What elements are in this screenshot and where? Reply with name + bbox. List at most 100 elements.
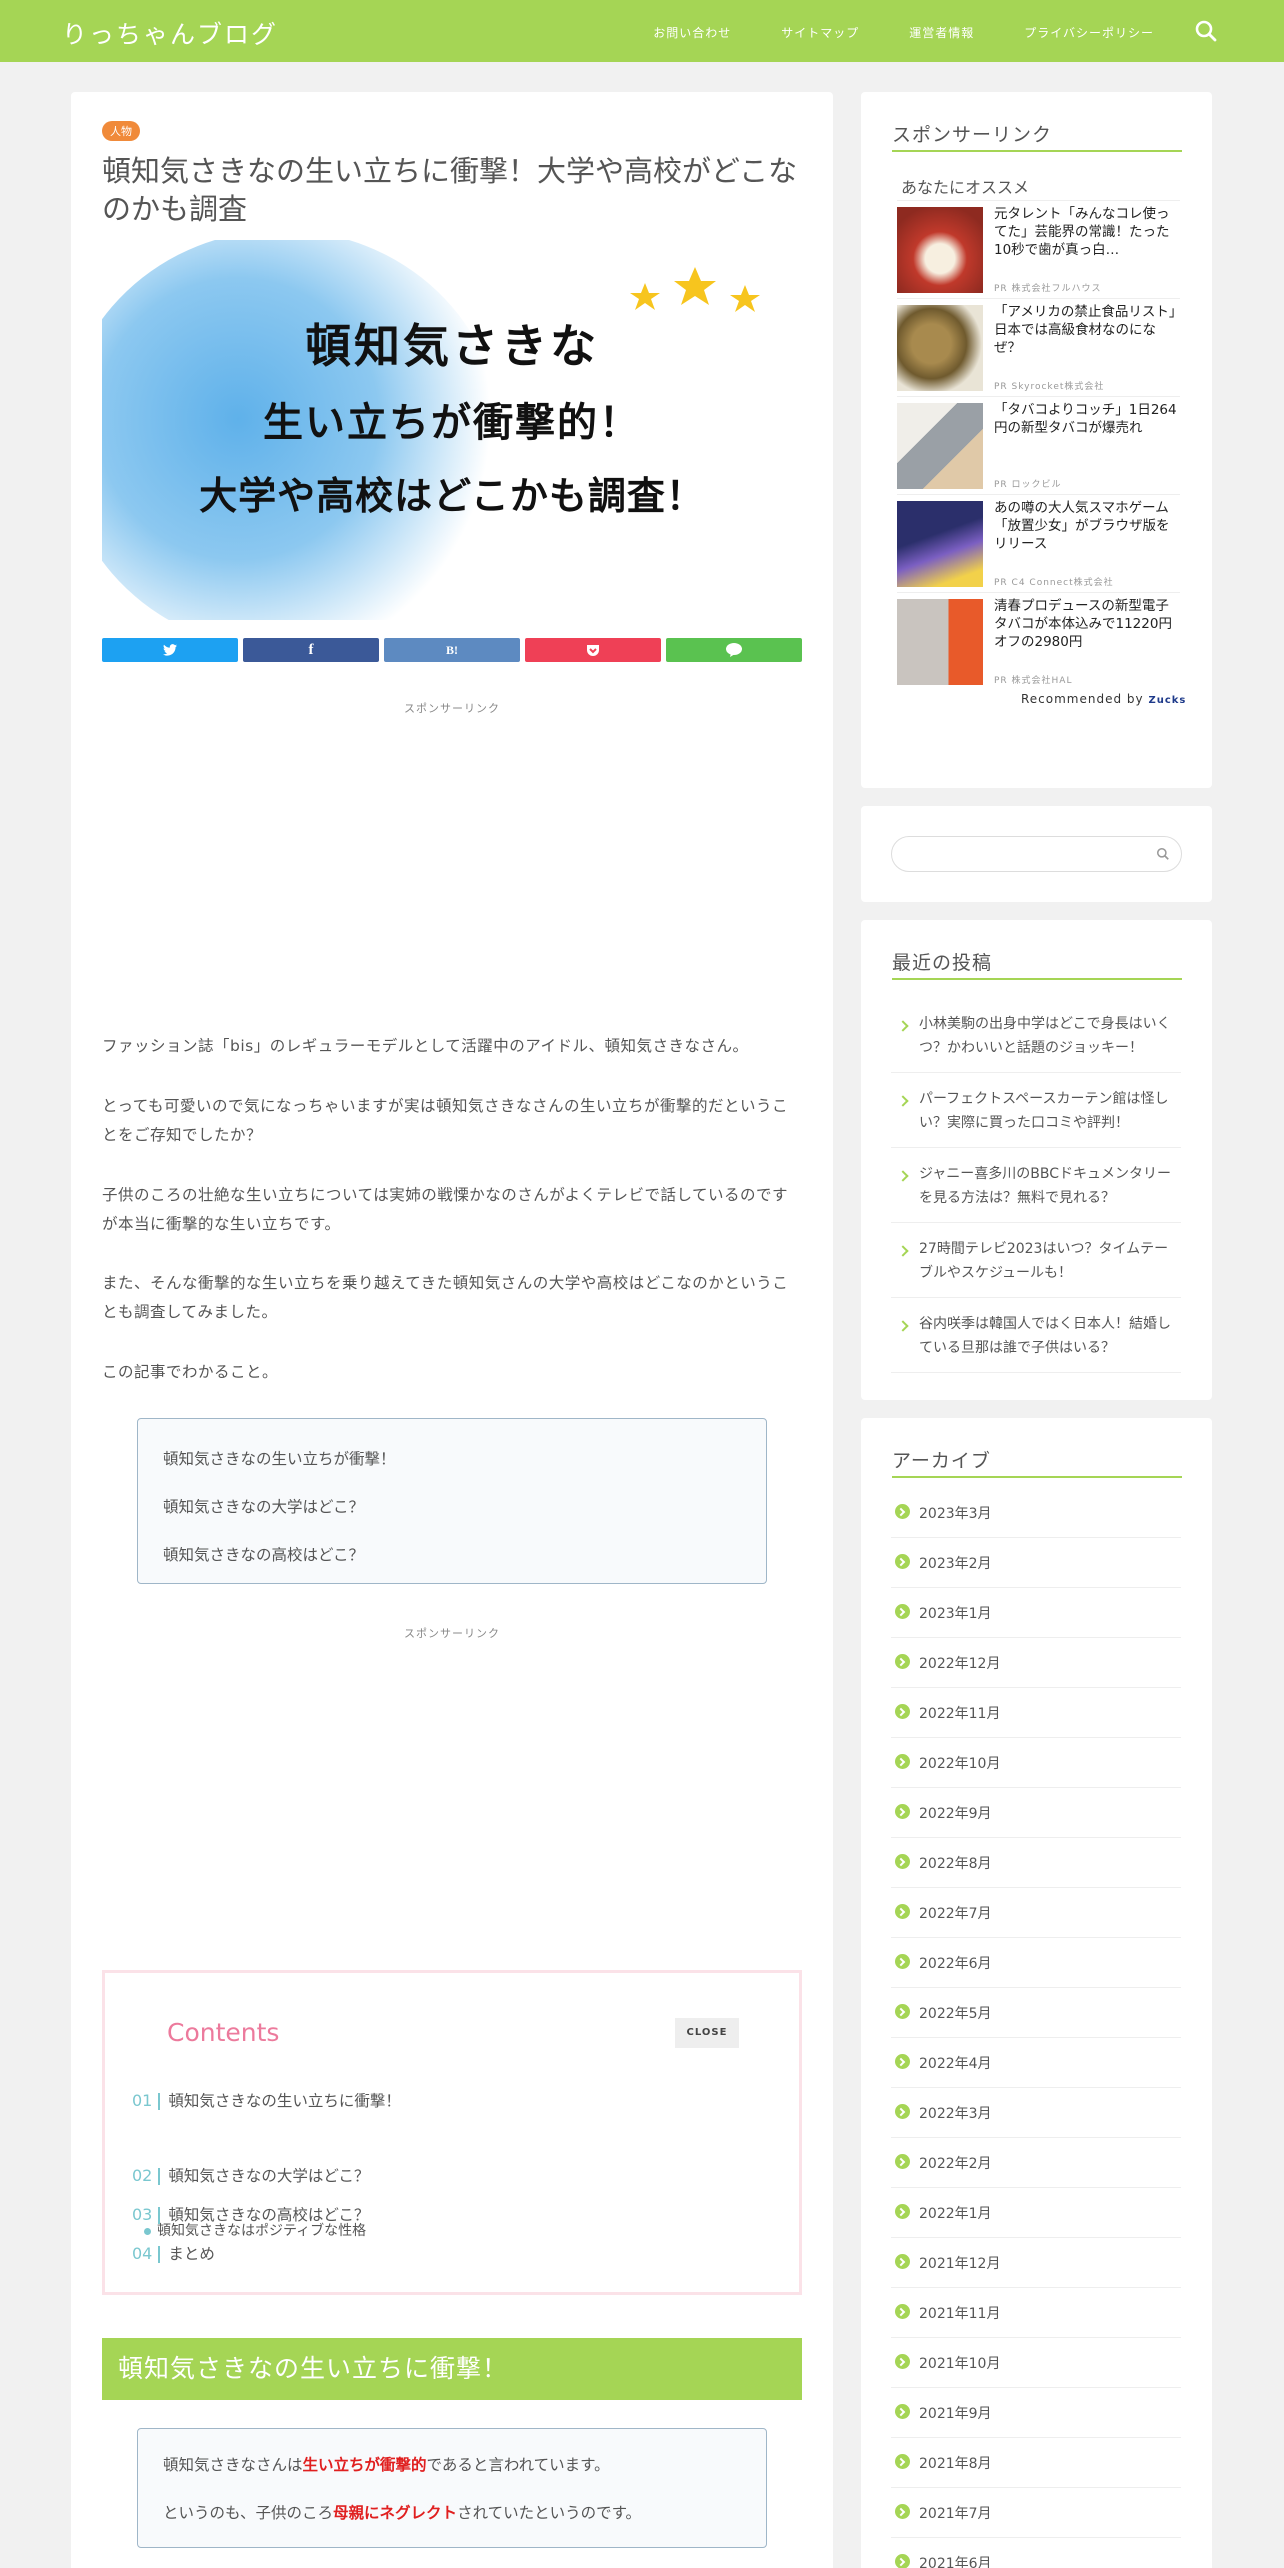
search-icon[interactable]	[1156, 847, 1170, 861]
category-badge[interactable]: 人物	[102, 121, 140, 141]
nav-sitemap[interactable]: サイトマップ	[781, 24, 859, 41]
toc-divider	[158, 2246, 161, 2263]
facebook-icon: f	[308, 641, 314, 658]
archive-link[interactable]: 2022年1月	[891, 2188, 1181, 2238]
archive-link[interactable]: 2022年10月	[891, 1738, 1181, 1788]
paragraph-3: 子供のころの壮絶な生い立ちについては実姉の戦慄かなのさんがよくテレビで話している…	[102, 1186, 788, 1233]
archive-link[interactable]: 2022年12月	[891, 1638, 1181, 1688]
archive-link[interactable]: 2023年3月	[891, 1488, 1181, 1538]
chevron-circle-icon	[895, 2454, 910, 2469]
archive-link[interactable]: 2022年7月	[891, 1888, 1181, 1938]
archive-label: 2022年10月	[919, 1756, 1001, 1772]
archive-link[interactable]: 2021年12月	[891, 2238, 1181, 2288]
chevron-circle-icon	[895, 2504, 910, 2519]
section-heading: 頓知気さきなの生い立ちに衝撃！	[102, 2338, 802, 2400]
recommend-heading: あなたにオススメ	[901, 178, 1030, 197]
archive-link[interactable]: 2022年6月	[891, 1938, 1181, 1988]
archive-link[interactable]: 2021年9月	[891, 2388, 1181, 2438]
archive-link[interactable]: 2023年1月	[891, 1588, 1181, 1638]
toc-label: 頓知気さきなの高校はどこ？	[168, 2206, 370, 2224]
archive-link[interactable]: 2021年6月	[891, 2538, 1181, 2568]
archive-link[interactable]: 2022年4月	[891, 2038, 1181, 2088]
recommend-text: 「アメリカの禁止食品リスト」日本では高級食材なのになぜ？	[994, 304, 1176, 356]
chevron-circle-icon	[895, 1604, 910, 1619]
recommended-by-label: Recommended by	[1021, 692, 1144, 706]
global-nav: お問い合わせ サイトマップ 運営者情報 プライバシーポリシー	[603, 24, 1154, 41]
archive-link[interactable]: 2022年11月	[891, 1688, 1181, 1738]
recent-post-link[interactable]: 27時間テレビ2023はいつ？タイムテーブルやスケジュールも！	[891, 1225, 1181, 1298]
toc-item[interactable]: 03 頓知気さきなの高校はどこ？	[132, 2203, 369, 2225]
chevron-circle-icon	[895, 2154, 910, 2169]
share-buttons: f B!	[102, 638, 802, 662]
nav-operator[interactable]: 運営者情報	[909, 24, 974, 41]
text-span: 頓知気さきなさんは	[163, 2456, 303, 2474]
archive-label: 2022年9月	[919, 1806, 992, 1822]
recommend-text: 元タレント「みんなコレ使ってた」芸能界の常識！たった10秒で歯が真っ白…	[994, 206, 1170, 258]
thumbnail-tobacco	[897, 403, 983, 489]
archive-link[interactable]: 2022年3月	[891, 2088, 1181, 2138]
nav-contact[interactable]: お問い合わせ	[653, 24, 731, 41]
archive-link[interactable]: 2022年5月	[891, 1988, 1181, 2038]
recent-post-link[interactable]: ジャニー喜多川のBBCドキュメンタリーを見る方法は？無料で見れる？	[891, 1150, 1181, 1223]
toc-item[interactable]: 04 まとめ	[132, 2242, 215, 2264]
recent-post-link[interactable]: パーフェクトスペースカーテン館は怪しい？実際に買った口コミや評判！	[891, 1075, 1181, 1148]
widget-title: 最近の投稿	[892, 948, 1182, 980]
sidebar-search-widget	[861, 806, 1212, 902]
recommend-item[interactable]: あの噂の大人気スマホゲーム「放置少女」がブラウザ版をリリース PR C4 Con…	[897, 494, 1180, 592]
recommend-item[interactable]: 「アメリカの禁止食品リスト」日本では高級食材なのになぜ？ PR Skyrocke…	[897, 298, 1180, 396]
sidebar-search-input[interactable]	[891, 836, 1182, 872]
twitter-icon	[163, 644, 177, 656]
thumbnail-game	[897, 501, 983, 587]
recommend-item[interactable]: 元タレント「みんなコレ使ってた」芸能界の常識！たった10秒で歯が真っ白… PR …	[897, 200, 1180, 298]
archive-link[interactable]: 2022年2月	[891, 2138, 1181, 2188]
chevron-circle-icon	[895, 1754, 910, 1769]
emphasis-text: 母親にネグレクト	[333, 2504, 458, 2522]
archive-label: 2021年8月	[919, 2456, 992, 2472]
nav-privacy[interactable]: プライバシーポリシー	[1024, 24, 1154, 41]
archive-link[interactable]: 2022年8月	[891, 1838, 1181, 1888]
recommended-by[interactable]: Recommended by Zucks	[1021, 692, 1186, 706]
line-share-button[interactable]	[666, 638, 802, 662]
site-logo[interactable]: りっちゃんブログ	[62, 15, 278, 51]
eyecatch-image: 頓知気さきな 生い立ちが衝撃的！ 大学や高校はどこかも調査！	[102, 240, 802, 620]
recommend-item[interactable]: 「タバコよりコッチ」1日264円の新型タバコが爆売れ PR ロックビル	[897, 396, 1180, 494]
recommend-item[interactable]: 清春プロデュースの新型電子タバコが本体込みで11220円オフの2980円 PR …	[897, 592, 1180, 690]
toc-sub-label: 頓知気さきなはポジティブな性格	[157, 2223, 367, 2239]
recommend-pr: PR C4 Connect株式会社	[994, 578, 1114, 588]
toc-num: 04	[132, 2244, 153, 2263]
archive-link[interactable]: 2021年7月	[891, 2488, 1181, 2538]
toc-close-button[interactable]: CLOSE	[675, 2018, 739, 2048]
text-span: されていたというのです。	[457, 2504, 642, 2522]
twitter-share-button[interactable]	[102, 638, 238, 662]
line-icon	[726, 643, 742, 657]
search-icon[interactable]	[1194, 19, 1218, 43]
recent-post-link[interactable]: 小林美駒の出身中学はどこで身長はいくつ？かわいいと話題のジョッキー！	[891, 1000, 1181, 1073]
archive-link[interactable]: 2023年2月	[891, 1538, 1181, 1588]
chevron-circle-icon	[895, 2004, 910, 2019]
toc-item[interactable]: 02 頓知気さきなの大学はどこ？	[132, 2164, 369, 2186]
archive-link[interactable]: 2021年11月	[891, 2288, 1181, 2338]
facebook-share-button[interactable]: f	[243, 638, 379, 662]
chevron-circle-icon	[895, 2054, 910, 2069]
archive-link[interactable]: 2021年8月	[891, 2438, 1181, 2488]
sidebar-sponsor-widget: スポンサーリンク あなたにオススメ 元タレント「みんなコレ使ってた」芸能界の常識…	[861, 92, 1212, 788]
archive-label: 2022年11月	[919, 1706, 1001, 1722]
toc-divider	[158, 2207, 161, 2224]
recent-post-link[interactable]: 谷内咲季は韓国人ではく日本人！結婚している旦那は誰で子供はいる？	[891, 1300, 1181, 1373]
summary-box: 頓知気さきなの生い立ちが衝撃！ 頓知気さきなの大学はどこ？ 頓知気さきなの高校は…	[137, 1418, 767, 1584]
archive-label: 2023年3月	[919, 1506, 992, 1522]
chevron-circle-icon	[895, 1504, 910, 1519]
chevron-circle-icon	[895, 1554, 910, 1569]
archive-link[interactable]: 2021年10月	[891, 2338, 1181, 2388]
summary-item: 頓知気さきなの高校はどこ？	[163, 1546, 365, 1564]
archive-link[interactable]: 2022年9月	[891, 1788, 1181, 1838]
highlight-box: 頓知気さきなさんは生い立ちが衝撃的であると言われています。 というのも、子供のこ…	[137, 2428, 767, 2548]
pocket-share-button[interactable]	[525, 638, 661, 662]
toc-item[interactable]: 01 頓知気さきなの生い立ちに衝撃！	[132, 2089, 401, 2111]
sidebar-archive-widget: アーカイブ 2023年3月 2023年2月 2023年1月 2022年12月 2022年…	[861, 1418, 1212, 2568]
hatena-share-button[interactable]: B!	[384, 638, 520, 662]
chevron-circle-icon	[895, 1804, 910, 1819]
recommend-text: あの噂の大人気スマホゲーム「放置少女」がブラウザ版をリリース	[994, 500, 1170, 552]
eyecatch-line3: 大学や高校はどこかも調査！	[199, 474, 705, 518]
archive-label: 2021年11月	[919, 2306, 1001, 2322]
